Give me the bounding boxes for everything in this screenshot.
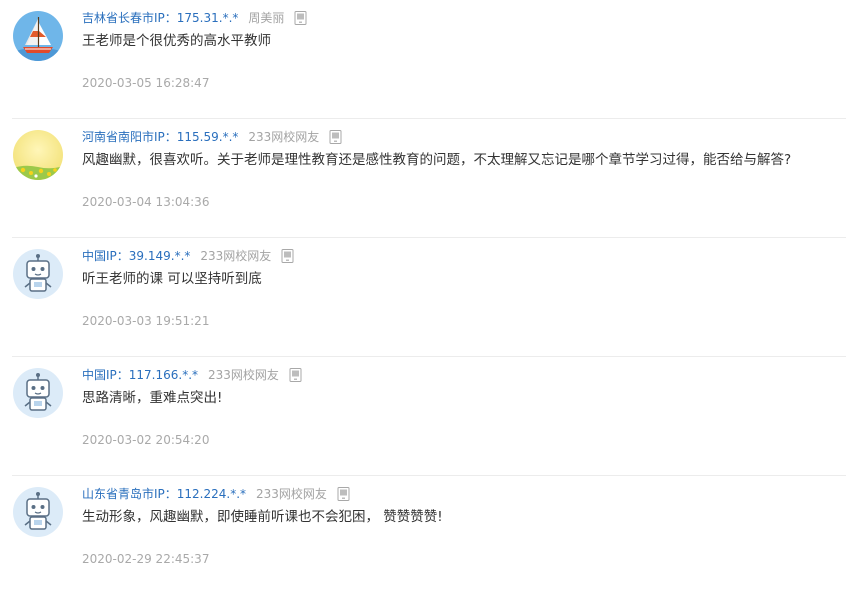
robot-avatar-icon	[13, 368, 63, 418]
comment-content: 生动形象，风趣幽默，即使睡前听课也不会犯困， 赞赞赞赞!	[82, 509, 443, 525]
user-name: 233网校网友	[256, 487, 327, 501]
user-name: 233网校网友	[208, 368, 279, 382]
comment-time: 2020-02-29 22:45:37	[82, 552, 210, 566]
comment-meta: 中国IP：39.149.*.* 233网校网友	[82, 247, 294, 265]
phone-icon	[281, 249, 294, 263]
robot-avatar-icon	[13, 487, 63, 537]
comment-meta: 河南省南阳市IP：115.59.*.* 233网校网友	[82, 128, 342, 146]
comment-meta: 吉林省长春市IP：175.31.*.* 周美丽	[82, 9, 307, 27]
phone-icon	[329, 130, 342, 144]
comment-meta: 山东省青岛市IP：112.224.*.* 233网校网友	[82, 485, 350, 503]
comment-content: 听王老师的课 可以坚持听到底	[82, 271, 262, 287]
comment-content: 王老师是个很优秀的高水平教师	[82, 33, 271, 49]
comment-item: 吉林省长春市IP：175.31.*.* 周美丽 王老师是个很优秀的高水平教师 20…	[12, 0, 846, 119]
user-name: 周美丽	[248, 11, 285, 25]
comment-content: 思路清晰，重难点突出!	[82, 390, 223, 406]
comment-meta: 中国IP：117.166.*.* 233网校网友	[82, 366, 302, 384]
location-link[interactable]: 中国IP：39.149.*.*	[82, 249, 190, 263]
phone-icon	[337, 487, 350, 501]
phone-icon	[294, 11, 307, 25]
sailboat-avatar-icon	[13, 11, 63, 61]
comment-time: 2020-03-03 19:51:21	[82, 314, 210, 328]
comment-item: 山东省青岛市IP：112.224.*.* 233网校网友 生动形象，风趣幽默，即使…	[12, 476, 846, 595]
comment-item: 中国IP：39.149.*.* 233网校网友 听王老师的课 可以坚持听到底 20…	[12, 238, 846, 357]
user-name: 233网校网友	[248, 130, 320, 144]
phone-icon	[289, 368, 302, 382]
comment-time: 2020-03-05 16:28:47	[82, 76, 210, 90]
location-link[interactable]: 河南省南阳市IP：115.59.*.*	[82, 130, 238, 144]
comment-time: 2020-03-02 20:54:20	[82, 433, 210, 447]
comment-time: 2020-03-04 13:04:36	[82, 195, 210, 209]
location-link[interactable]: 山东省青岛市IP：112.224.*.*	[82, 487, 246, 501]
flower-field-avatar-icon	[13, 130, 63, 180]
robot-avatar-icon	[13, 249, 63, 299]
comment-list: 吉林省长春市IP：175.31.*.* 周美丽 王老师是个很优秀的高水平教师 20…	[0, 0, 846, 595]
user-name: 233网校网友	[200, 249, 272, 263]
location-link[interactable]: 中国IP：117.166.*.*	[82, 368, 198, 382]
location-link[interactable]: 吉林省长春市IP：175.31.*.*	[82, 11, 238, 25]
comment-item: 中国IP：117.166.*.* 233网校网友 思路清晰，重难点突出! 2020…	[12, 357, 846, 476]
comment-item: 河南省南阳市IP：115.59.*.* 233网校网友 风趣幽默，很喜欢听。关于老…	[12, 119, 846, 238]
comment-content: 风趣幽默，很喜欢听。关于老师是理性教育还是感性教育的问题，不太理解又忘记是哪个章…	[82, 152, 792, 168]
